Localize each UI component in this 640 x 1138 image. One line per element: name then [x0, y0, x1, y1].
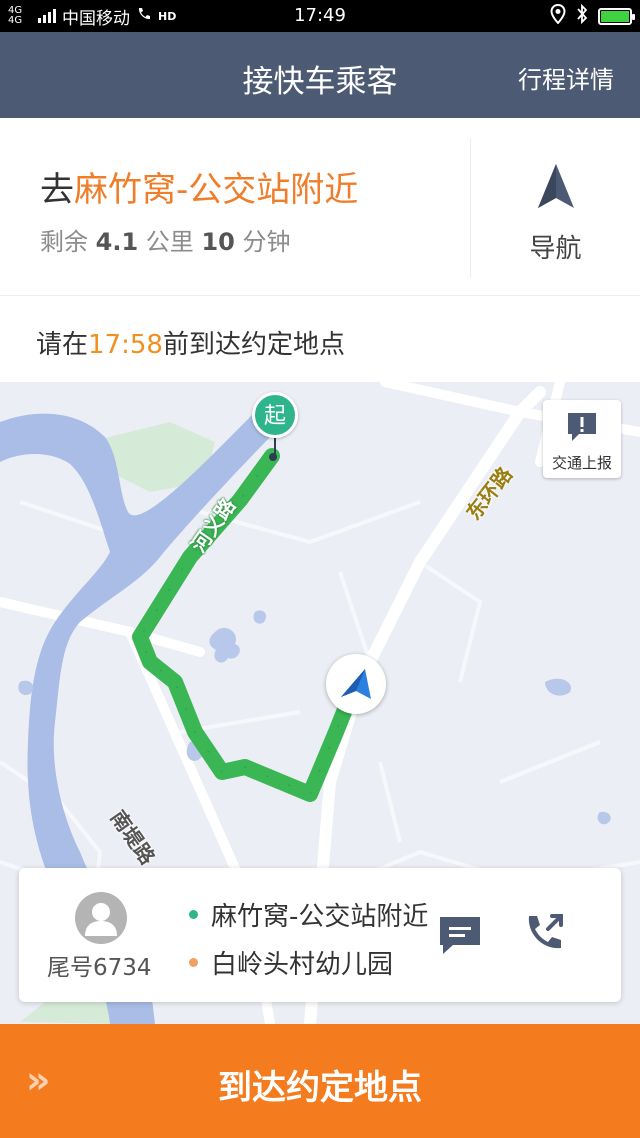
traffic-report-button[interactable]: 交通上报 [543, 400, 621, 478]
arrive-button-label: 到达约定地点 [218, 1068, 422, 1108]
arrive-button[interactable]: » 到达约定地点 [0, 1024, 640, 1138]
pickup-stop: 麻竹窝-公交站附近 [189, 896, 431, 933]
dropoff-dot-icon [189, 958, 198, 967]
distance-value: 4.1 [95, 228, 139, 256]
distance-unit: 公里 [145, 228, 194, 256]
deadline-bar: 请在17:58前到达约定地点 [0, 296, 640, 382]
title-bar: 接快车乘客 行程详情 [0, 32, 640, 118]
user-icon [85, 903, 117, 936]
pickup-address: 麻竹窝-公交站附近 [211, 902, 429, 932]
location-icon [550, 3, 566, 28]
status-right [550, 3, 635, 28]
destination-line: 去麻竹窝-公交站附近 [40, 162, 358, 211]
dropoff-address: 白岭头村幼儿园 [211, 950, 394, 980]
deadline-suffix: 前到达约定地点 [162, 330, 345, 360]
remaining-info: 剩余 4.1 公里 10 分钟 [40, 222, 290, 257]
message-button[interactable] [437, 912, 487, 962]
navigation-button[interactable]: 导航 [471, 118, 640, 296]
pickup-dot-icon [189, 910, 198, 919]
report-icon [568, 413, 596, 441]
destination-prefix: 去 [40, 170, 74, 210]
navigation-label: 导航 [529, 234, 582, 264]
time-unit: 分钟 [242, 228, 291, 256]
remaining-prefix: 剩余 [40, 228, 88, 256]
call-button[interactable] [521, 910, 571, 960]
battery-icon [598, 7, 635, 25]
start-pin: 起 [252, 392, 298, 438]
message-icon [440, 917, 480, 954]
destination-card: 去麻竹窝-公交站附近 剩余 4.1 公里 10 分钟 导航 [0, 118, 640, 296]
bluetooth-icon [576, 3, 588, 28]
navigation-arrow-icon [538, 164, 574, 208]
destination-place: 麻竹窝-公交站附近 [74, 170, 359, 210]
deadline-text: 请在17:58前到达约定地点 [36, 324, 345, 361]
avatar [75, 892, 127, 944]
passenger-card: 尾号6734 麻竹窝-公交站附近 白岭头村幼儿园 [19, 868, 621, 1002]
trip-details-button[interactable]: 行程详情 [518, 60, 614, 95]
dropoff-stop: 白岭头村幼儿园 [189, 944, 431, 981]
deadline-prefix: 请在 [36, 330, 89, 360]
current-location-marker [326, 654, 386, 714]
status-bar: 4G 4G 中国移动 HD 17:49 [0, 0, 640, 32]
traffic-report-label: 交通上报 [551, 454, 612, 472]
phone-call-icon [528, 914, 563, 949]
deadline-time: 17:58 [88, 330, 163, 360]
clock: 17:49 [294, 5, 346, 26]
location-arrow-icon [341, 669, 371, 699]
time-value: 10 [201, 228, 235, 256]
passenger-tail-number: 尾号6734 [47, 955, 152, 981]
